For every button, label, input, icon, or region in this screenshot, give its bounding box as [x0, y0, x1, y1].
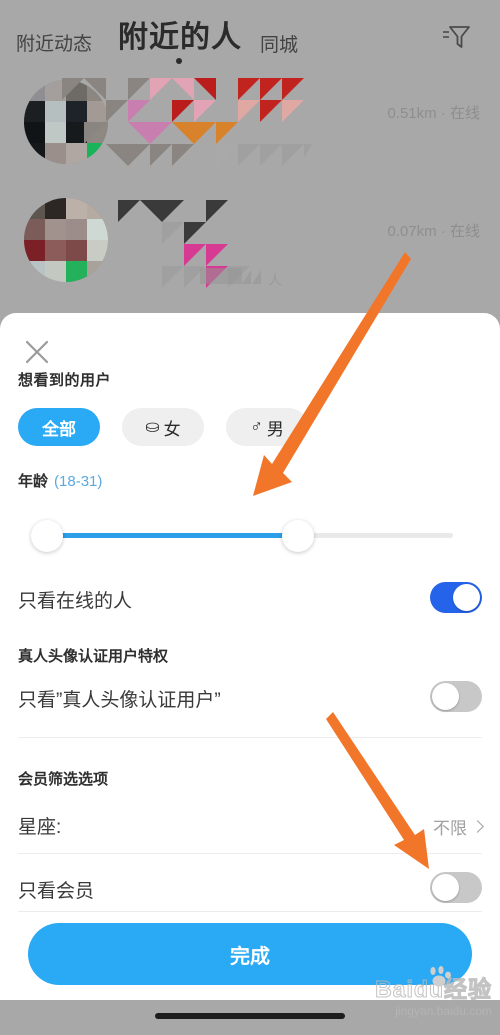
- app-screen: 附近动态 附近的人 同城 0.51km · 在线 人 0.07km · 在线 想…: [0, 0, 500, 1035]
- tab-nearby-feed[interactable]: 附近动态: [16, 29, 92, 56]
- chip-male-label: 男: [266, 419, 284, 439]
- age-range-value: (18-31): [54, 473, 103, 490]
- constellation-value-group[interactable]: 不限: [433, 814, 484, 839]
- chip-female-label: 女: [163, 419, 181, 439]
- slider-fill: [47, 533, 298, 538]
- chip-female[interactable]: ⛀ 女: [122, 408, 204, 446]
- list-item[interactable]: 0.51km · 在线: [0, 78, 500, 188]
- member-only-row[interactable]: 只看会员: [0, 867, 500, 911]
- filter-funnel-icon[interactable]: [438, 20, 474, 54]
- chip-all[interactable]: 全部: [18, 408, 100, 446]
- constellation-row[interactable]: 星座: 不限: [0, 803, 500, 847]
- female-symbol-icon: ⛀: [145, 417, 160, 436]
- people-unit-label: 人: [268, 272, 282, 288]
- avatar: [24, 198, 108, 282]
- distance-value: 0.51km: [387, 105, 437, 122]
- list-item-distance-status: 0.07km · 在线: [387, 220, 480, 241]
- verified-only-toggle[interactable]: [430, 681, 482, 712]
- list-item[interactable]: 人 0.07km · 在线: [0, 196, 500, 306]
- censored-meta-band: [200, 268, 242, 284]
- online-only-toggle[interactable]: [430, 582, 482, 613]
- active-tab-indicator: [176, 58, 182, 64]
- online-only-row[interactable]: 只看在线的人: [0, 577, 500, 621]
- online-only-label: 只看在线的人: [18, 591, 133, 612]
- chip-male[interactable]: ♂ 男: [226, 408, 308, 446]
- list-item-distance-status: 0.51km · 在线: [387, 102, 480, 123]
- verified-only-label: 只看”真人头像认证用户”: [18, 690, 221, 711]
- section-divider: [18, 737, 482, 738]
- chevron-right-icon: [471, 820, 484, 833]
- censored-count-mosaic: [242, 270, 261, 284]
- chip-all-label: 全部: [42, 419, 76, 439]
- member-section-heading: 会员筛选选项: [18, 771, 109, 788]
- verified-section-heading: 真人头像认证用户特权: [18, 648, 169, 665]
- member-only-toggle[interactable]: [430, 872, 482, 903]
- separator-dot: ·: [440, 223, 446, 240]
- close-icon[interactable]: [22, 337, 52, 367]
- toggle-knob: [453, 584, 480, 611]
- toggle-knob: [432, 683, 459, 710]
- tab-nearby-people[interactable]: 附近的人: [118, 12, 242, 56]
- online-status: 在线: [449, 105, 480, 122]
- constellation-value: 不限: [433, 819, 467, 838]
- slider-thumb-min[interactable]: [31, 520, 63, 552]
- censored-name-mosaic: [62, 78, 312, 166]
- separator-dot: ·: [440, 105, 446, 122]
- member-only-label: 只看会员: [18, 881, 95, 902]
- age-range-slider[interactable]: [0, 516, 500, 556]
- top-nav-bar: 附近动态 附近的人 同城: [0, 0, 500, 72]
- gender-chip-group: 全部 ⛀ 女 ♂ 男: [18, 408, 308, 446]
- slider-thumb-max[interactable]: [282, 520, 314, 552]
- constellation-label: 星座:: [18, 817, 62, 838]
- toggle-knob: [432, 874, 459, 901]
- distance-value: 0.07km: [387, 223, 437, 240]
- age-label-text: 年龄: [18, 473, 49, 490]
- sheet-title: 想看到的用户: [18, 372, 112, 389]
- verified-only-row[interactable]: 只看”真人头像认证用户”: [0, 676, 500, 720]
- section-divider: [18, 853, 482, 854]
- age-section-label: 年龄 (18-31): [18, 470, 102, 491]
- online-status: 在线: [449, 223, 480, 240]
- male-symbol-icon: ♂: [250, 417, 263, 436]
- section-divider: [18, 911, 482, 912]
- dimmed-backdrop: 附近动态 附近的人 同城 0.51km · 在线 人 0.07km · 在线: [0, 0, 500, 330]
- done-button[interactable]: 完成: [28, 923, 472, 985]
- home-indicator: [155, 1013, 345, 1019]
- tab-same-city[interactable]: 同城: [260, 30, 298, 57]
